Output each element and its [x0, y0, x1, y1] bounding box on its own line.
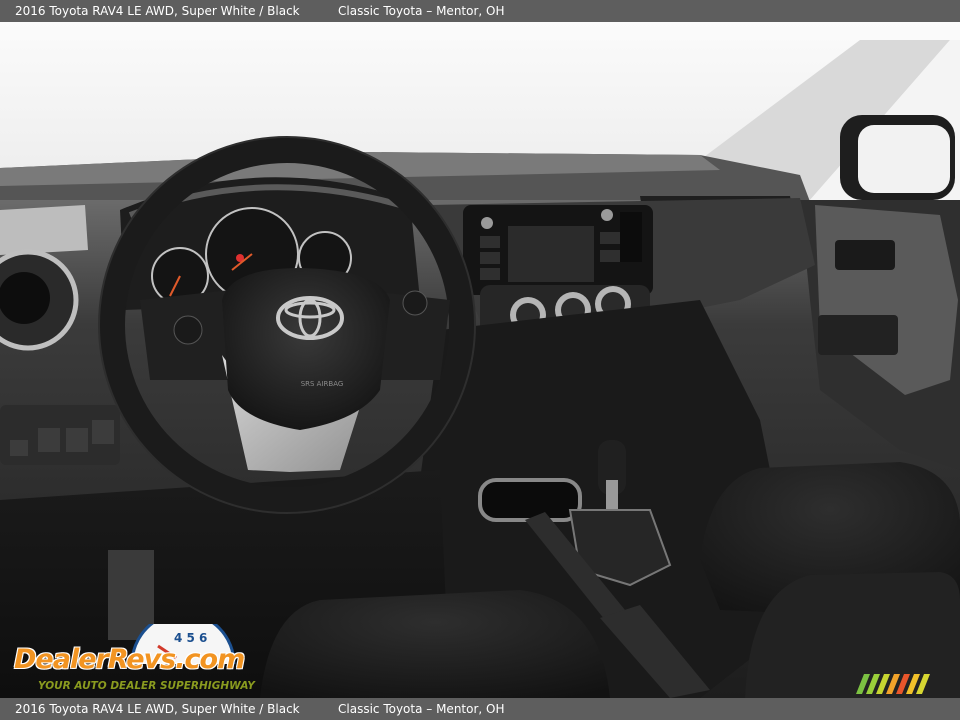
cupholder: [478, 478, 582, 522]
svg-text:4 5 6: 4 5 6: [174, 631, 207, 645]
vehicle-caption-bottom: 2016 Toyota RAV4 LE AWD, Super White / B…: [15, 702, 300, 716]
wheel-button-right: [402, 290, 428, 316]
infotainment-screen: [508, 226, 594, 282]
driver-seat: [260, 590, 610, 698]
vehicle-caption: 2016 Toyota RAV4 LE AWD, Super White / B…: [15, 4, 300, 18]
logo-tagline: YOUR AUTO DEALER SUPERHIGHWAY: [38, 680, 255, 692]
steering-wheel-hub: [222, 268, 390, 430]
left-dash-trim: [0, 205, 88, 255]
airbag-label: SRS AIRBAG: [301, 380, 344, 388]
dealer-caption-bottom: Classic Toyota – Mentor, OH: [338, 702, 505, 716]
bottom-caption-bar: 2016 Toyota RAV4 LE AWD, Super White / B…: [0, 698, 960, 720]
wheel-button-left: [173, 315, 203, 345]
color-stripes-logo-icon: [856, 674, 930, 694]
interior-photo: SRS AIRBAG: [0, 22, 960, 698]
top-caption-bar: 2016 Toyota RAV4 LE AWD, Super White / B…: [0, 0, 960, 22]
dealerrevs-logo: 4 5 6 DealerRevs.com YOUR AUTO DEALER SU…: [10, 622, 265, 694]
logo-wordmark: DealerRevs.com: [14, 644, 245, 675]
dealer-caption: Classic Toyota – Mentor, OH: [338, 4, 505, 18]
